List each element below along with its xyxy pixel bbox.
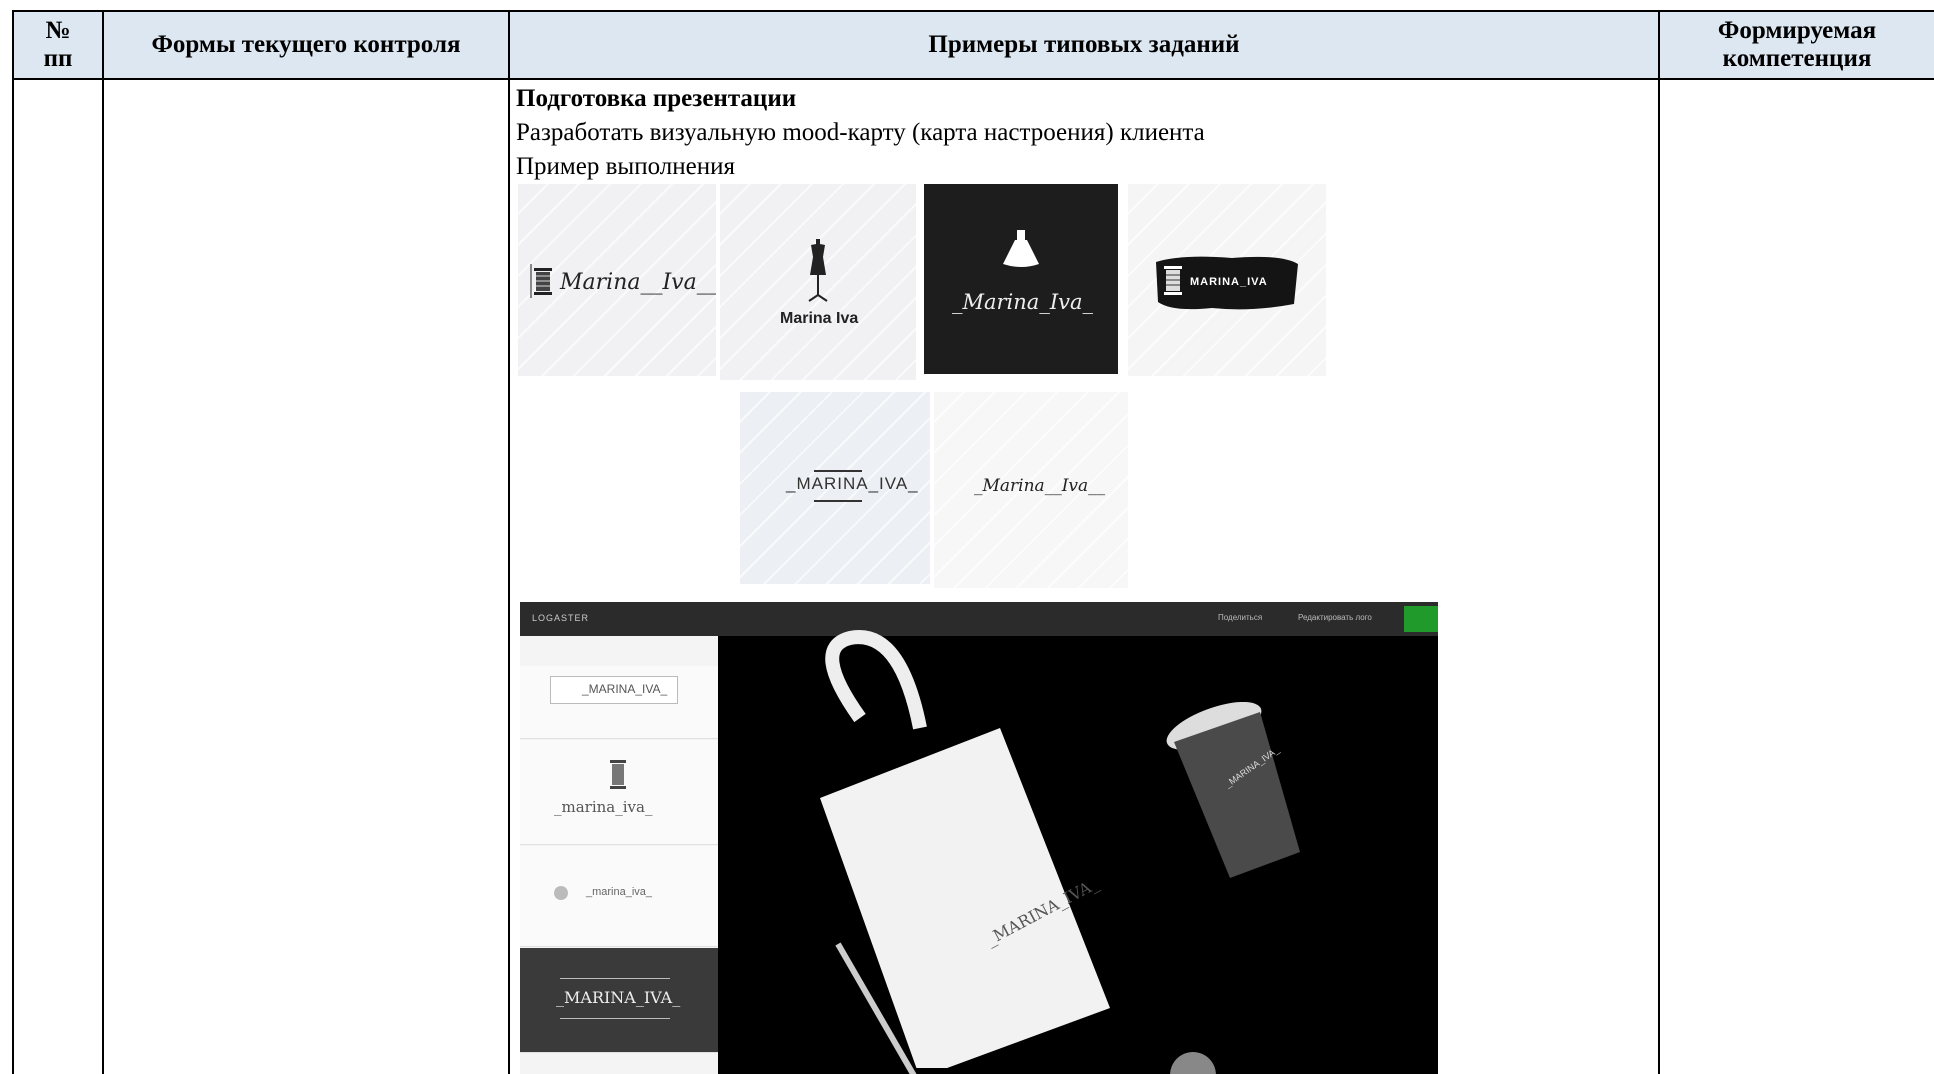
logo-text-2: Marina Iva <box>780 310 859 327</box>
logo-text-3: _Marina_Iva_ <box>952 290 1094 314</box>
header-examples-label: Примеры типовых заданий <box>928 31 1240 58</box>
side-logo-3: _marina_iva_ <box>520 846 718 947</box>
logo-5-underline <box>814 500 862 502</box>
header-num: № пп <box>14 10 102 80</box>
thread-spool-icon <box>530 264 552 298</box>
logo-text-4: MARINA_IVA <box>1190 276 1268 288</box>
header-forms-label: Формы текущего контроля <box>151 31 461 58</box>
logo-tile-4: MARINA_IVA <box>1128 184 1326 376</box>
side-logo-3-icon <box>554 886 568 900</box>
logo-text-5: _MARINA_IVA_ <box>786 474 919 493</box>
edit-logo-label: Редактировать лого <box>1298 613 1372 622</box>
header-forms: Формы текущего контроля <box>104 10 508 80</box>
coffee-cup-mockup <box>1166 702 1300 878</box>
col-border-1 <box>102 10 104 1074</box>
table-border-top <box>12 10 1934 12</box>
logo-tile-1: Marina__Iva__ <box>518 184 716 376</box>
header-divider <box>12 78 1934 80</box>
header-num-label: № пп <box>43 17 73 72</box>
task-heading: Подготовка презентации <box>516 85 797 112</box>
side-logo-4: _MARINA_IVA_ <box>520 948 718 1053</box>
col-border-0 <box>12 10 14 1074</box>
logo-tile-6: _Marina__Iva__ <box>934 392 1128 588</box>
logo-text-1: Marina__Iva__ <box>560 270 716 295</box>
dress-icon <box>1003 230 1039 267</box>
logo-text-6: _Marina__Iva__ <box>974 476 1106 496</box>
side-logo-2: _marina_iva_ <box>520 740 718 845</box>
side-logo-4-text: _MARINA_IVA_ <box>556 988 681 1007</box>
side-logo-3-text: _marina_iva_ <box>586 886 653 898</box>
side-logo-4-line-bottom <box>560 1018 670 1019</box>
logo-5-overline <box>814 470 862 472</box>
side-logo-4-line-top <box>560 978 670 979</box>
examples-content: Подготовка презентации Разработать визуа… <box>516 82 1646 184</box>
download-button-fragment <box>1404 606 1438 632</box>
col-border-2 <box>508 10 510 1074</box>
thread-spool-icon <box>1164 266 1182 295</box>
task-description: Разработать визуальную mood-карту (карта… <box>516 119 1205 146</box>
logaster-brand: LOGASTER <box>532 613 590 623</box>
logo-tile-3: _Marina_Iva_ <box>924 184 1118 374</box>
header-examples: Примеры типовых заданий <box>510 10 1658 80</box>
side-logo-1-text: _MARINA_IVA_ <box>582 682 668 696</box>
dress-mannequin-icon <box>808 239 828 302</box>
tote-bag-mockup <box>820 630 1110 1068</box>
logo-tile-2: Marina Iva <box>720 184 916 380</box>
logaster-screenshot: LOGASTER Поделиться Редактировать лого _… <box>520 602 1438 1074</box>
thread-spool-icon <box>610 760 626 789</box>
screenshot-sidebar: _MARINA_IVA_ _marina_iva_ _marina_iva_ _… <box>520 636 718 1074</box>
share-label: Поделиться <box>1218 613 1263 622</box>
side-logo-1: _MARINA_IVA_ <box>520 666 718 739</box>
header-competence: Формируемая компетенция <box>1660 10 1934 80</box>
logo-tile-5: _MARINA_IVA_ <box>740 392 930 584</box>
col-border-3 <box>1658 10 1660 1074</box>
header-competence-label: Формируемая компетенция <box>1717 17 1877 72</box>
side-logo-2-text: _marina_iva_ <box>554 798 653 816</box>
example-label: Пример выполнения <box>516 153 735 180</box>
